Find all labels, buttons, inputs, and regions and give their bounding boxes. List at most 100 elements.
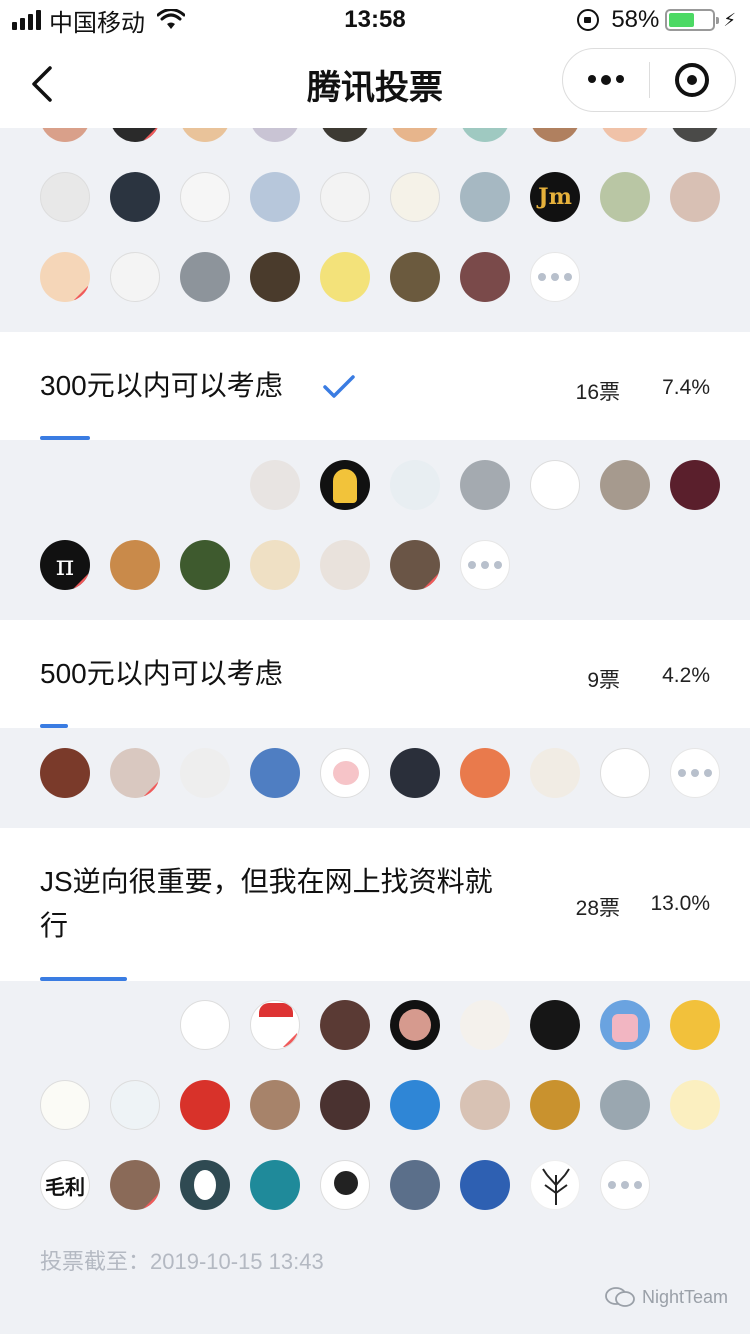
- voter-avatar[interactable]: [110, 252, 160, 302]
- voter-avatar[interactable]: [530, 1000, 580, 1050]
- voter-avatar[interactable]: Jm: [530, 172, 580, 222]
- voter-avatar[interactable]: [180, 1160, 230, 1210]
- voter-avatar[interactable]: [530, 460, 580, 510]
- voter-avatar[interactable]: [460, 1080, 510, 1130]
- voter-avatars-row: 毛利: [0, 1160, 750, 1210]
- voter-avatar[interactable]: [320, 172, 370, 222]
- watermark-text: NightTeam: [641, 1286, 728, 1307]
- voter-avatar[interactable]: [110, 1080, 160, 1130]
- voter-avatar[interactable]: [320, 1000, 370, 1050]
- voter-avatar[interactable]: [180, 1000, 230, 1050]
- voter-avatar[interactable]: [250, 172, 300, 222]
- voter-avatar[interactable]: [600, 748, 650, 798]
- voter-avatar[interactable]: [460, 252, 510, 302]
- voter-avatar[interactable]: [670, 1000, 720, 1050]
- voter-avatar[interactable]: [670, 1080, 720, 1130]
- option-label: 500元以内可以考虑: [40, 658, 283, 689]
- voter-avatar[interactable]: [180, 252, 230, 302]
- option-percent: 13.0%: [650, 892, 710, 915]
- navigation-bar: 腾讯投票: [0, 40, 750, 128]
- voter-avatar[interactable]: [600, 128, 650, 142]
- voter-avatar[interactable]: [320, 460, 370, 510]
- voter-avatar[interactable]: [390, 1160, 440, 1210]
- voter-avatar[interactable]: [670, 460, 720, 510]
- voter-avatar[interactable]: [390, 460, 440, 510]
- voter-avatar[interactable]: [320, 252, 370, 302]
- voter-avatar[interactable]: [250, 748, 300, 798]
- voter-avatar[interactable]: [600, 1000, 650, 1050]
- more-dots-icon[interactable]: [563, 75, 649, 85]
- orientation-lock-icon: [577, 9, 600, 31]
- close-mini-program-button[interactable]: [650, 63, 735, 97]
- voter-avatar[interactable]: [40, 252, 90, 302]
- more-voters-button[interactable]: [460, 540, 510, 590]
- tree-icon[interactable]: [530, 1160, 580, 1210]
- voter-avatar[interactable]: [250, 1000, 300, 1050]
- voter-avatar[interactable]: [600, 460, 650, 510]
- voter-avatar[interactable]: [320, 540, 370, 590]
- voter-avatar[interactable]: [40, 1080, 90, 1130]
- voter-avatar[interactable]: [110, 540, 160, 590]
- voter-avatar[interactable]: [530, 1080, 580, 1130]
- voter-avatar[interactable]: [180, 172, 230, 222]
- voter-avatar[interactable]: [390, 748, 440, 798]
- voter-avatar[interactable]: [390, 128, 440, 142]
- voter-avatar[interactable]: [530, 128, 580, 142]
- voter-avatar[interactable]: [460, 1000, 510, 1050]
- voter-avatar[interactable]: [390, 172, 440, 222]
- more-voters-button[interactable]: [530, 252, 580, 302]
- voter-avatar[interactable]: [40, 128, 90, 142]
- voter-avatar[interactable]: [390, 540, 440, 590]
- voter-avatar[interactable]: [460, 1160, 510, 1210]
- voter-avatars-row: π: [0, 540, 750, 590]
- voter-avatars-row: [0, 748, 750, 798]
- voter-avatar[interactable]: [600, 172, 650, 222]
- voter-avatar[interactable]: [180, 1080, 230, 1130]
- voter-avatar[interactable]: [530, 748, 580, 798]
- voter-avatar[interactable]: [460, 172, 510, 222]
- voter-avatar[interactable]: [110, 128, 160, 142]
- voter-avatar[interactable]: [320, 748, 370, 798]
- voter-avatar[interactable]: [110, 1160, 160, 1210]
- more-voters-button[interactable]: [670, 748, 720, 798]
- voter-avatar[interactable]: [180, 748, 230, 798]
- voter-avatar[interactable]: [460, 460, 510, 510]
- battery-percent: 58%: [611, 6, 660, 33]
- voter-avatar[interactable]: [670, 128, 720, 142]
- voter-avatar-text[interactable]: 毛利: [40, 1160, 90, 1210]
- voter-avatar[interactable]: [110, 748, 160, 798]
- voter-avatar[interactable]: [320, 128, 370, 142]
- voter-avatar[interactable]: [250, 1160, 300, 1210]
- voter-avatar[interactable]: π: [40, 540, 90, 590]
- poll-option-card[interactable]: JS逆向很重要，但我在网上找资料就行 28票 13.0%: [0, 828, 750, 981]
- voter-avatar[interactable]: [670, 172, 720, 222]
- poll-option-card[interactable]: 300元以内可以考虑 16票 7.4%: [0, 332, 750, 440]
- voter-avatar[interactable]: [460, 128, 510, 142]
- voter-avatar[interactable]: [460, 748, 510, 798]
- voter-avatar[interactable]: [40, 172, 90, 222]
- voter-avatar[interactable]: [250, 460, 300, 510]
- voter-avatar[interactable]: [180, 540, 230, 590]
- option-progress-bar: [40, 436, 90, 440]
- voter-avatar[interactable]: [250, 540, 300, 590]
- voter-avatar[interactable]: [390, 252, 440, 302]
- mini-program-capsule: [562, 48, 736, 112]
- voter-avatar[interactable]: [110, 172, 160, 222]
- voter-avatar[interactable]: [180, 128, 230, 142]
- battery-icon: [665, 9, 720, 31]
- github-octocat-avatar[interactable]: [320, 1160, 370, 1210]
- poll-option-card[interactable]: 500元以内可以考虑 9票 4.2%: [0, 620, 750, 728]
- poll-results: Jm 300元以内可以考虑 16票 7.4% π 500元以内可以考虑 9票 4…: [0, 128, 750, 1334]
- charging-icon: ⚡: [723, 9, 736, 30]
- status-bar: 中国移动 13:58 58% ⚡: [0, 0, 750, 40]
- voter-avatar[interactable]: [250, 128, 300, 142]
- voter-avatar[interactable]: [320, 1080, 370, 1130]
- more-voters-button[interactable]: [600, 1160, 650, 1210]
- voter-avatars-row: [0, 252, 750, 302]
- voter-avatar[interactable]: [250, 1080, 300, 1130]
- voter-avatar[interactable]: [40, 748, 90, 798]
- voter-avatar[interactable]: [390, 1080, 440, 1130]
- voter-avatar[interactable]: [250, 252, 300, 302]
- voter-avatar[interactable]: [600, 1080, 650, 1130]
- voter-avatar[interactable]: [390, 1000, 440, 1050]
